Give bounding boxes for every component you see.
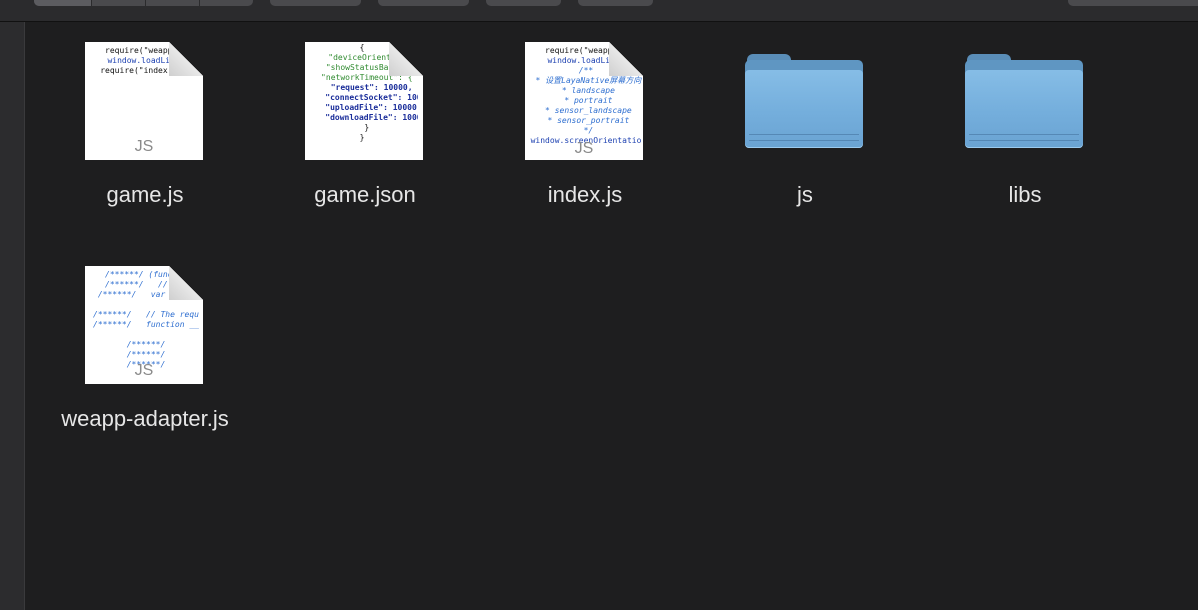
folder-name-label: libs: [1008, 182, 1042, 207]
file-icon-grid: require("weapp-ad window.loadLib = requi…: [25, 22, 1198, 610]
file-name-label: weapp-adapter.js: [61, 406, 229, 431]
group-by-button[interactable]: [270, 0, 361, 6]
js-file-icon: require("weapp-ad window.loadLib = /** *…: [525, 42, 643, 160]
view-mode-segmented-control[interactable]: [34, 0, 253, 6]
folder-icon: [965, 42, 1083, 160]
action-button[interactable]: [578, 0, 653, 6]
folder-icon: [745, 42, 863, 160]
file-type-tag: JS: [574, 140, 594, 157]
file-type-tag: JS: [134, 362, 154, 379]
folder-name-label: js: [797, 182, 813, 207]
search-field[interactable]: [1068, 0, 1198, 6]
file-type-tag: JS: [134, 138, 154, 155]
sidebar-edge: [0, 22, 25, 610]
file-name-label: game.json: [314, 182, 416, 207]
list-view-button[interactable]: [92, 0, 146, 6]
share-button[interactable]: [378, 0, 469, 6]
icon-view-button[interactable]: [34, 0, 92, 6]
js-file-icon: /******/ (functio /******/ // The /*****…: [85, 266, 203, 384]
file-name-label: game.js: [106, 182, 184, 207]
finder-toolbar: [0, 0, 1198, 22]
gallery-view-button[interactable]: [200, 0, 253, 6]
js-file-icon: require("weapp-ad window.loadLib = requi…: [85, 42, 203, 160]
column-view-button[interactable]: [146, 0, 200, 6]
tags-button[interactable]: [486, 0, 561, 6]
json-file-icon: { "deviceOrientati "showStatusBar": "net…: [305, 42, 423, 160]
file-name-label: index.js: [547, 182, 623, 207]
